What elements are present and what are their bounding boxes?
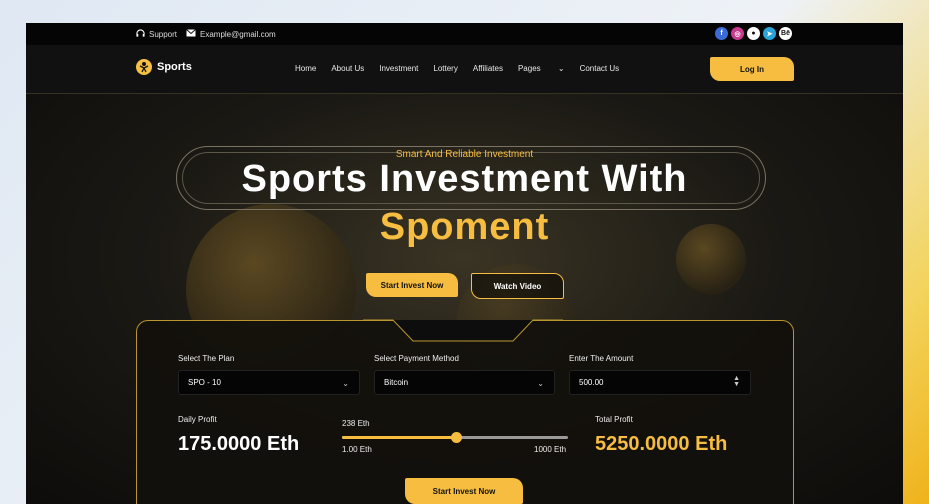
nav-item-pages-label: Pages	[517, 64, 541, 73]
daily-profit-value: 175.0000 Eth	[178, 433, 300, 455]
brand-name: Sports	[157, 61, 192, 73]
email-label: Example@gmail.com	[200, 29, 276, 39]
headset-icon	[136, 29, 145, 40]
daily-profit-label: Daily Profit	[178, 415, 217, 424]
panel-notch	[363, 319, 563, 342]
nav-item-pages[interactable]: Pages ⌄	[518, 64, 565, 73]
top-bar: Support Example@gmail.com f ◎ ● ➤ Bē	[26, 23, 903, 45]
plan-label: Select The Plan	[178, 354, 235, 363]
amount-input[interactable]: 500.00 ▲ ▼	[569, 370, 751, 395]
email-link[interactable]: Example@gmail.com	[186, 29, 276, 39]
total-profit-label: Total Profit	[595, 415, 633, 424]
plan-select[interactable]: SPO - 10 ⌄	[178, 370, 360, 395]
slider-value-label: 238 Eth	[342, 419, 370, 428]
slider-handle[interactable]	[450, 432, 462, 443]
payment-method-select[interactable]: Bitcoin ⌄	[374, 370, 555, 395]
behance-icon[interactable]: Bē	[779, 27, 792, 40]
page-frame: Support Example@gmail.com f ◎ ● ➤ Bē Sports …	[26, 23, 903, 504]
main-nav: Sports Home About Us Investment Lottery …	[26, 45, 903, 94]
submit-invest-button[interactable]: Start Invest Now	[405, 478, 523, 504]
nav-item-contact[interactable]: Contact Us	[580, 64, 620, 73]
amount-input-value: 500.00	[579, 378, 604, 387]
stepper-arrows-icon[interactable]: ▲ ▼	[733, 375, 740, 388]
slider-max-label: 1000 Eth	[534, 445, 567, 454]
watch-video-button[interactable]: Watch Video	[471, 273, 564, 299]
start-invest-button[interactable]: Start Invest Now	[366, 273, 458, 297]
slider-min-label: 1.00 Eth	[342, 445, 372, 454]
hero-title-highlight: Spoment	[379, 206, 550, 248]
slider-fill	[342, 436, 456, 439]
hero-title: Sports Investment With	[241, 158, 688, 200]
amount-label: Enter The Amount	[569, 354, 634, 363]
payment-method-label: Select Payment Method	[374, 354, 459, 363]
nav-item-about[interactable]: About Us	[331, 64, 364, 73]
chevron-down-icon: ⌄	[342, 379, 349, 388]
nav-item-affiliates[interactable]: Affiliates	[473, 64, 503, 73]
telegram-icon[interactable]: ➤	[763, 27, 776, 40]
amount-slider[interactable]	[342, 432, 568, 443]
login-button[interactable]: Log In	[710, 57, 794, 81]
github-icon[interactable]: ●	[747, 27, 760, 40]
total-profit-value: 5250.0000 Eth	[595, 433, 728, 455]
instagram-icon[interactable]: ◎	[731, 27, 744, 40]
plan-select-value: SPO - 10	[188, 378, 221, 387]
support-link[interactable]: Support	[136, 29, 177, 40]
facebook-icon[interactable]: f	[715, 27, 728, 40]
nav-item-lottery[interactable]: Lottery	[433, 64, 457, 73]
support-label: Support	[149, 30, 178, 39]
nav-item-investment[interactable]: Investment	[379, 64, 418, 73]
investment-calculator	[136, 320, 794, 504]
chevron-down-icon: ⌄	[537, 379, 544, 388]
payment-method-value: Bitcoin	[384, 378, 409, 387]
mail-icon	[186, 29, 196, 39]
social-links: f ◎ ● ➤ Bē	[715, 27, 792, 40]
nav-menu: Home About Us Investment Lottery Affilia…	[295, 64, 634, 73]
chevron-down-icon: ⌄	[557, 64, 565, 73]
nav-item-home[interactable]: Home	[295, 64, 316, 73]
athlete-logo-icon	[136, 59, 152, 75]
brand-logo[interactable]: Sports	[136, 59, 192, 75]
